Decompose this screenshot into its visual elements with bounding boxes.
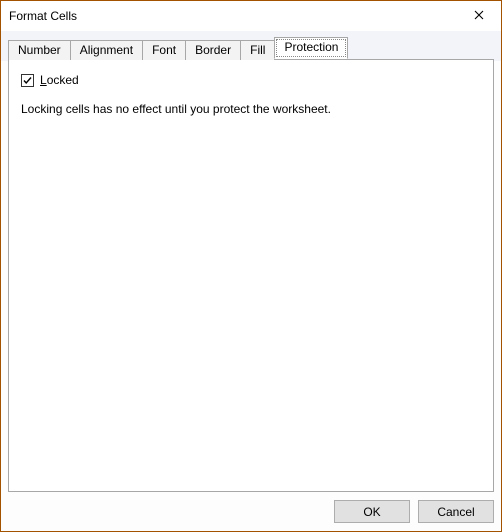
check-icon — [22, 75, 33, 86]
window-title: Format Cells — [9, 9, 457, 23]
locked-checkbox[interactable] — [21, 74, 34, 87]
tab-number[interactable]: Number — [8, 40, 71, 60]
close-icon — [474, 9, 484, 23]
ok-button[interactable]: OK — [334, 500, 410, 523]
tab-strip: Number Alignment Font Border Fill Protec… — [8, 37, 494, 59]
locked-row: Locked — [21, 74, 481, 87]
titlebar: Format Cells — [1, 1, 501, 31]
locked-label[interactable]: Locked — [40, 74, 79, 87]
tab-fill[interactable]: Fill — [240, 40, 275, 60]
tab-alignment[interactable]: Alignment — [70, 40, 143, 60]
protection-description: Locking cells has no effect until you pr… — [21, 101, 481, 117]
cancel-button[interactable]: Cancel — [418, 500, 494, 523]
tab-border[interactable]: Border — [185, 40, 241, 60]
format-cells-dialog: Format Cells Number Alignment Font Borde… — [0, 0, 502, 532]
dialog-buttons: OK Cancel — [8, 492, 494, 523]
tab-panel-protection: Locked Locking cells has no effect until… — [8, 59, 494, 492]
client-area: Number Alignment Font Border Fill Protec… — [1, 31, 501, 531]
close-button[interactable] — [457, 1, 501, 31]
tab-font[interactable]: Font — [142, 40, 186, 60]
tab-protection[interactable]: Protection — [274, 37, 348, 59]
